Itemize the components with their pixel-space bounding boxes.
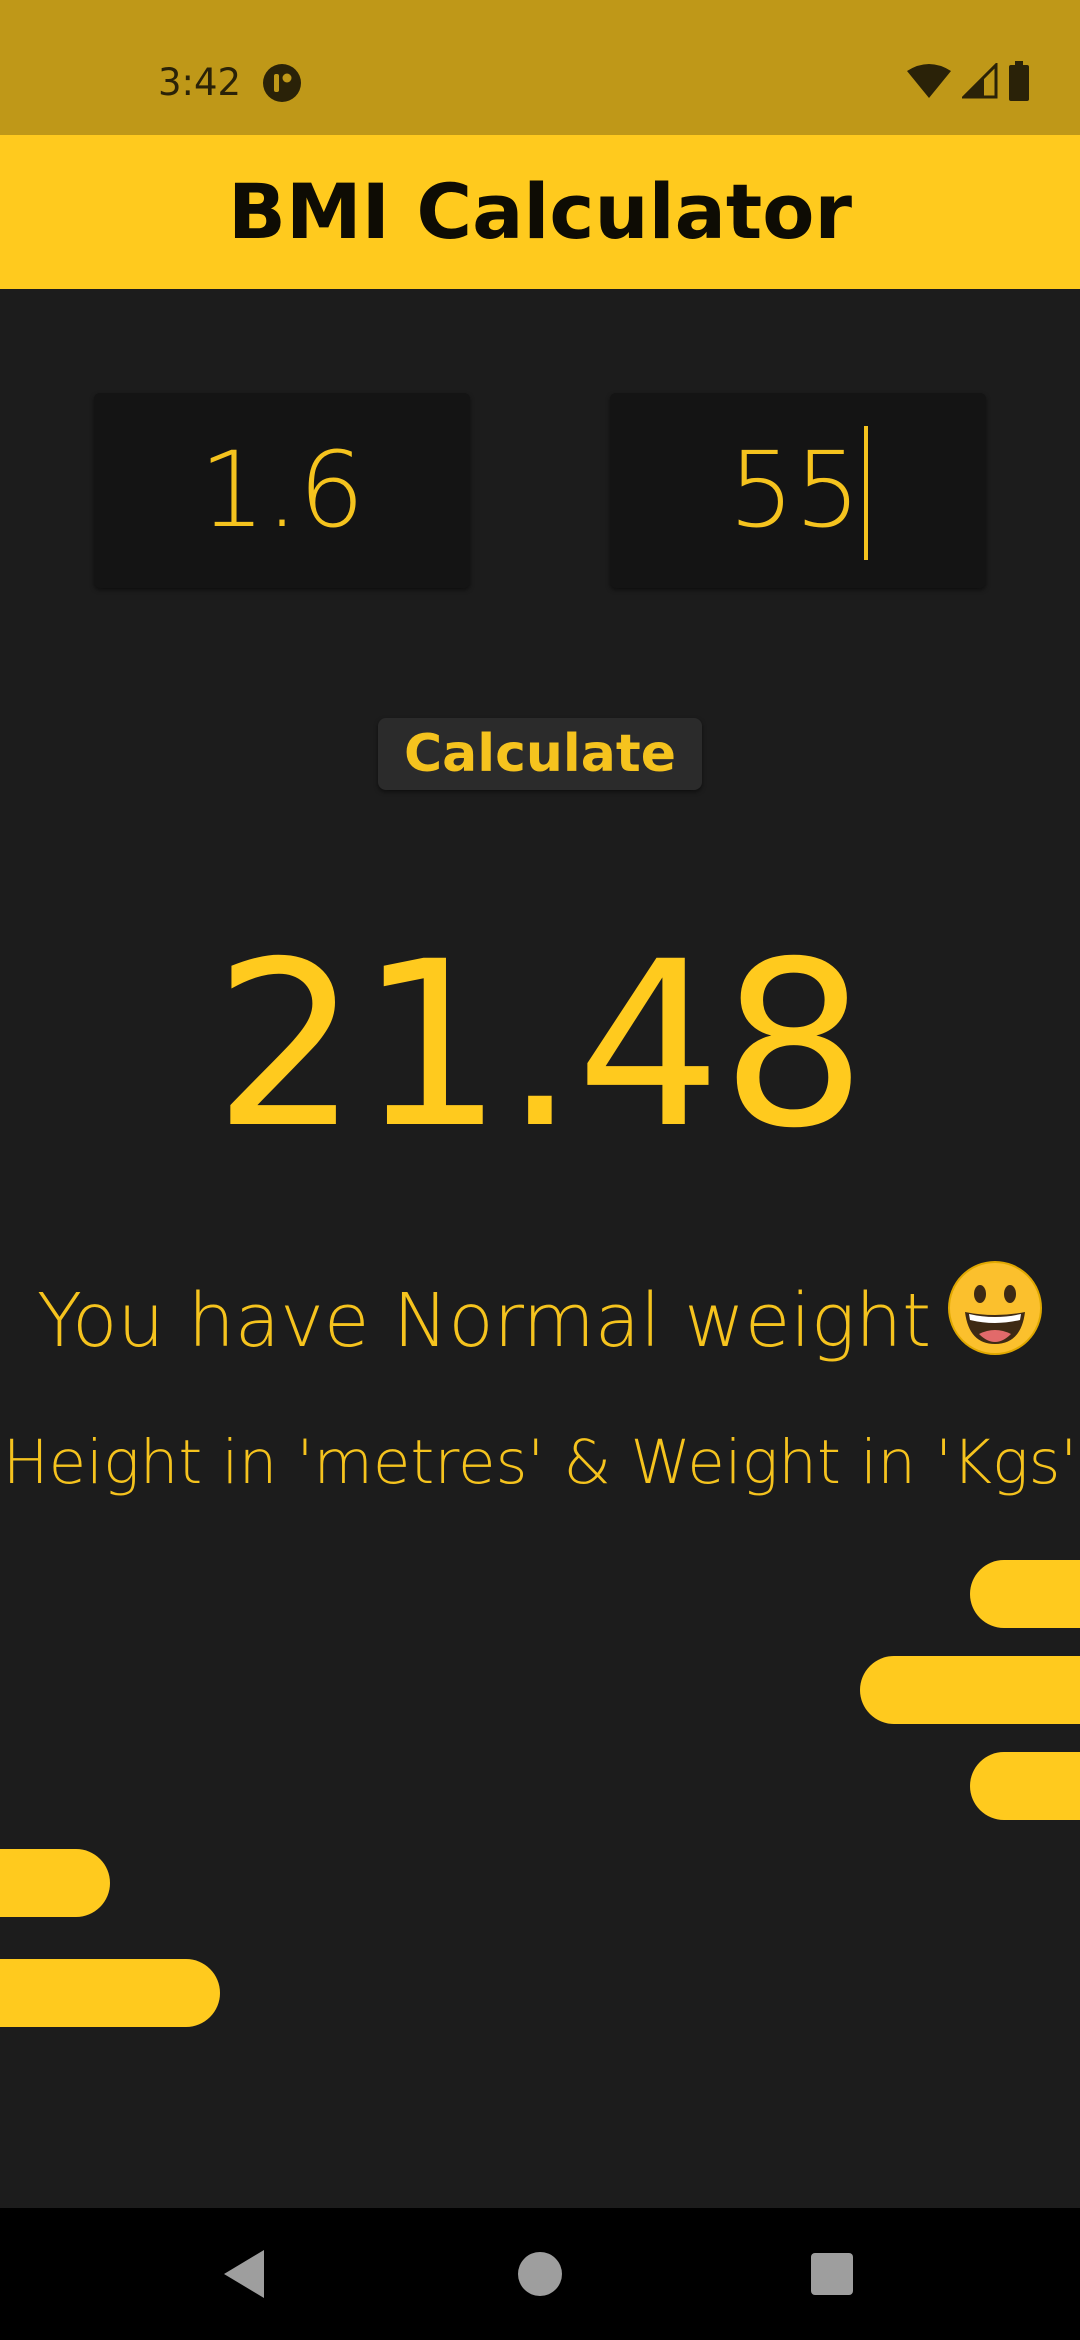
home-icon	[518, 2252, 562, 2296]
system-nav-bar	[0, 2208, 1080, 2340]
recents-icon	[811, 2253, 853, 2295]
result-message-line: You have Normal weight	[0, 1261, 1080, 1381]
status-bar: 3:42	[0, 0, 1080, 135]
grinning-face-emoji	[947, 1260, 1043, 1381]
status-icons	[906, 60, 1030, 102]
app-title: BMI Calculator	[228, 167, 852, 256]
height-input[interactable]: 1.6	[94, 393, 470, 588]
app-bar: BMI Calculator	[0, 135, 1080, 289]
units-hint: Height in 'metres' & Weight in 'Kgs'	[2, 1427, 1078, 1498]
calculate-button[interactable]: Calculate	[378, 718, 702, 790]
decorative-bar	[970, 1560, 1080, 1628]
bmi-result-value: 21.48	[213, 912, 867, 1178]
height-input-value: 1.6	[199, 429, 365, 551]
status-time: 3:42	[158, 61, 242, 104]
battery-icon	[1008, 61, 1030, 101]
weight-input-value: 55	[728, 429, 861, 551]
decorative-bar	[860, 1656, 1080, 1724]
text-cursor	[863, 425, 868, 560]
back-button[interactable]	[208, 2238, 280, 2310]
home-button[interactable]	[504, 2238, 576, 2310]
decorative-bar	[0, 1959, 220, 2027]
back-icon	[224, 2250, 264, 2298]
decorative-bar	[0, 1849, 110, 1917]
recents-button[interactable]	[796, 2238, 868, 2310]
weight-input[interactable]: 55	[610, 393, 986, 588]
result-message: You have Normal weight	[36, 1278, 932, 1364]
cellular-signal-icon	[962, 63, 998, 99]
app-notification-icon	[262, 63, 302, 103]
wifi-icon	[906, 63, 952, 99]
decorative-bar	[970, 1752, 1080, 1820]
